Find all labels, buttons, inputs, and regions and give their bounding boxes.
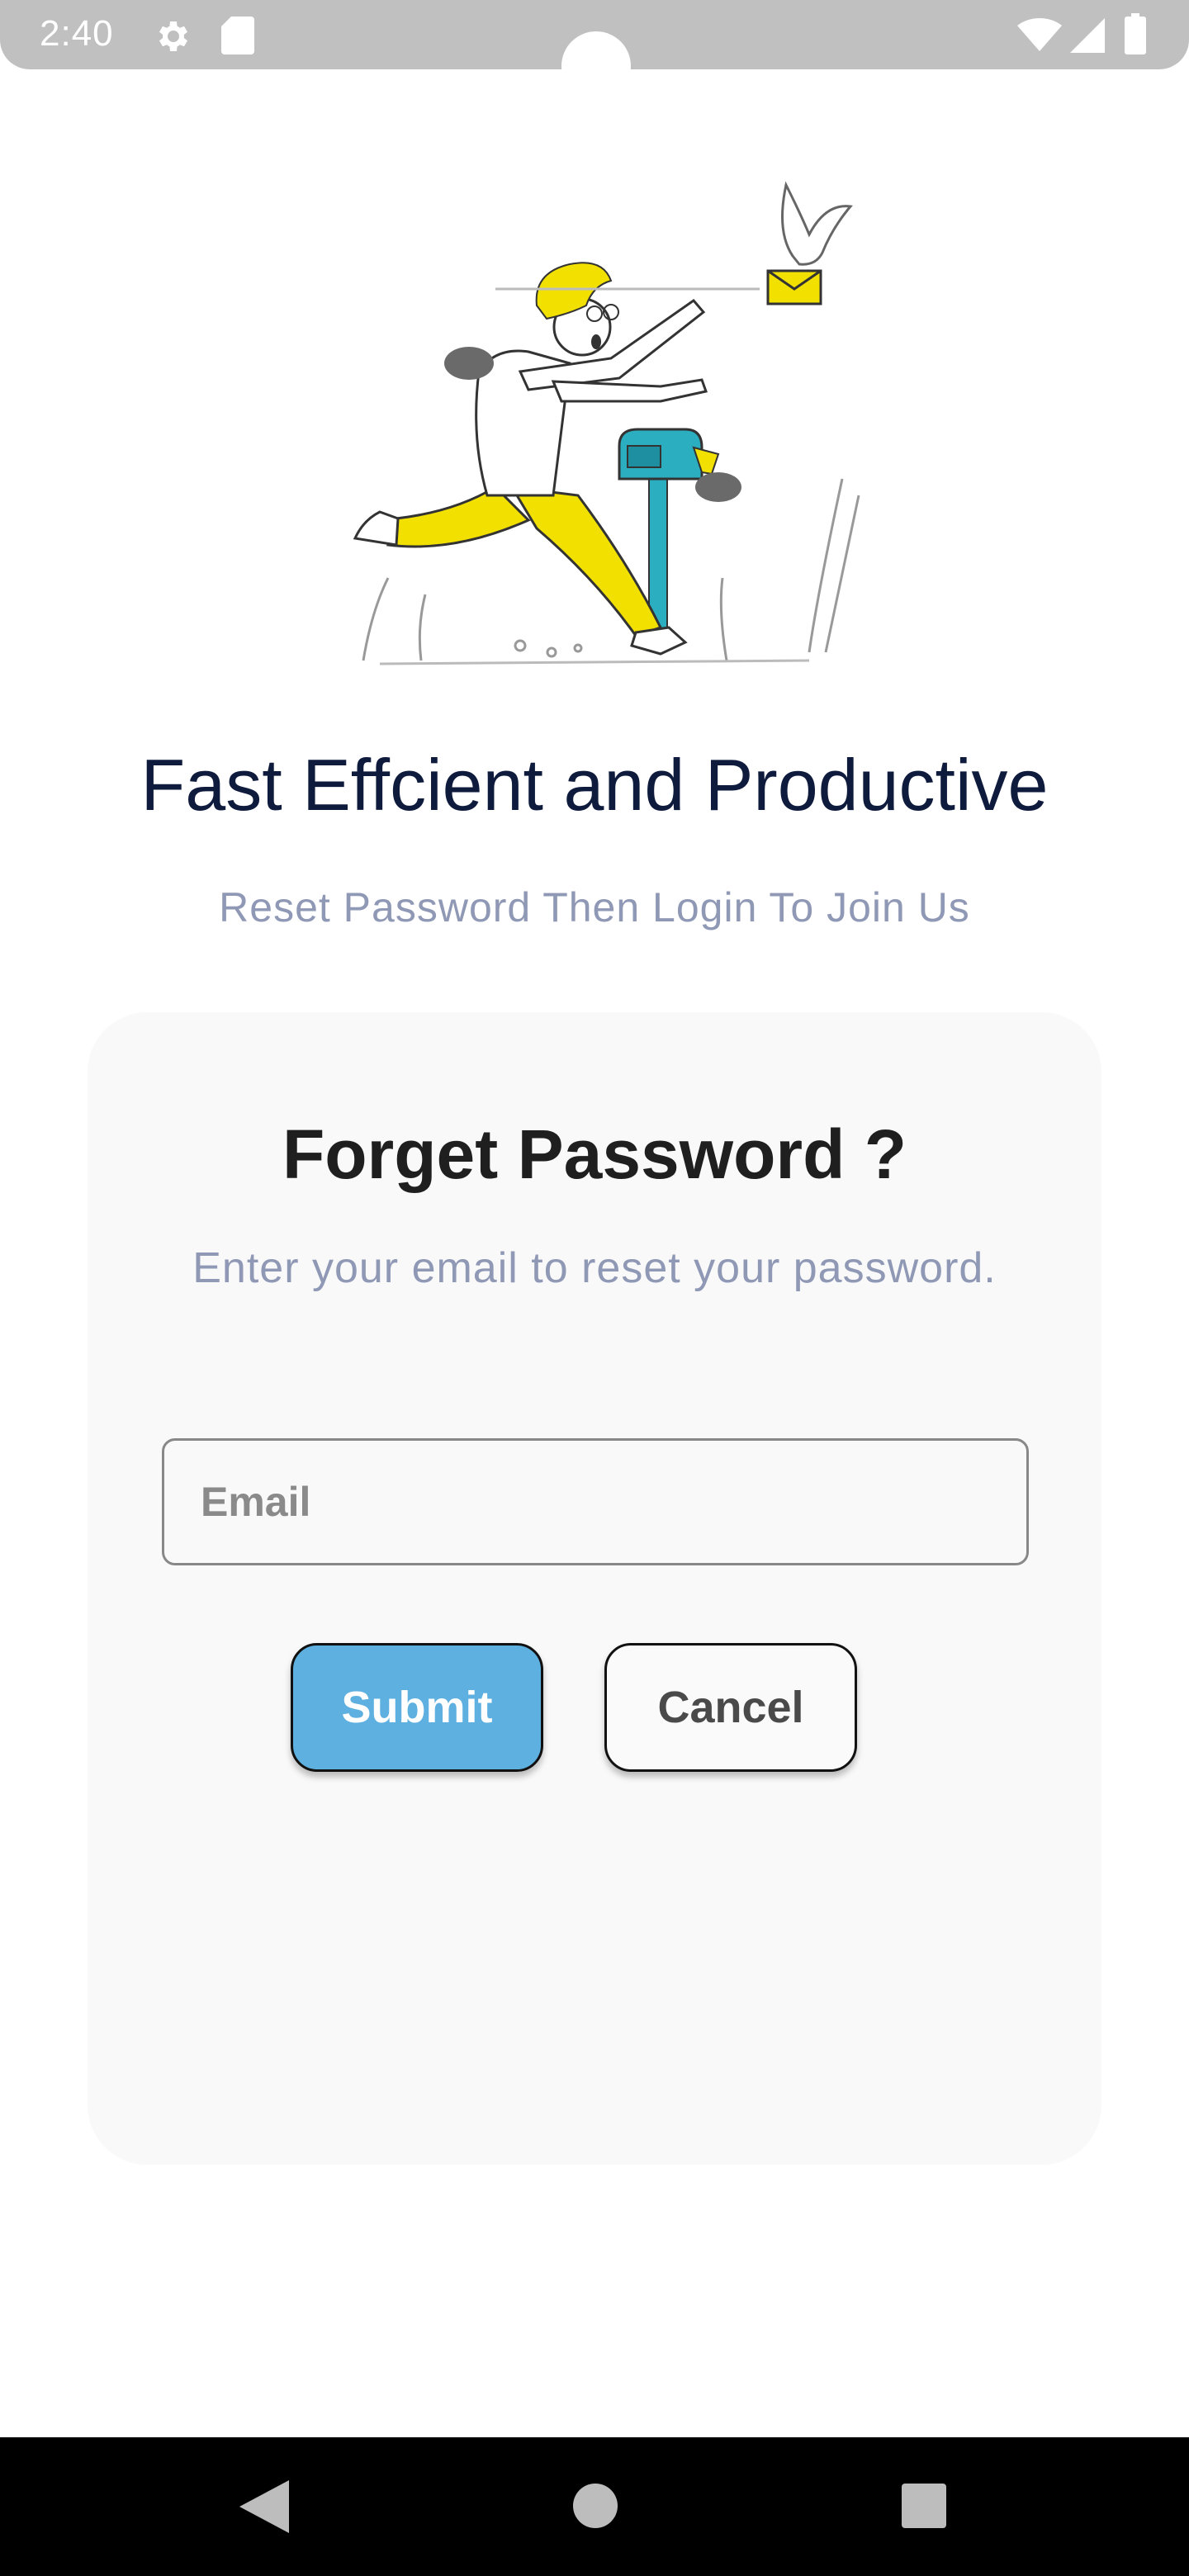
sd-card-icon [221,17,254,59]
card-title: Forget Password ? [282,1115,907,1193]
submit-button[interactable]: Submit [291,1643,543,1772]
card-description: Enter your email to reset your password. [192,1244,997,1292]
home-icon[interactable] [573,2484,618,2532]
wifi-icon [1017,17,1062,55]
forget-password-card: Forget Password ? Enter your email to re… [88,1012,1101,2165]
navigation-bar [0,2437,1189,2576]
battery-icon [1125,13,1146,59]
signal-icon [1070,18,1105,57]
camera-notch [561,31,631,101]
back-icon[interactable] [239,2480,289,2537]
email-field[interactable] [162,1438,1029,1565]
gear-icon [152,17,192,60]
cancel-button[interactable]: Cancel [604,1643,857,1772]
headline: Fast Effcient and Productive [140,744,1049,826]
status-bar: 2:40 [0,0,1189,101]
status-time: 2:40 [40,13,114,54]
subheadline: Reset Password Then Login To Join Us [219,884,970,930]
running-man-mailbox-illustration [330,165,875,677]
recents-icon[interactable] [902,2484,946,2532]
